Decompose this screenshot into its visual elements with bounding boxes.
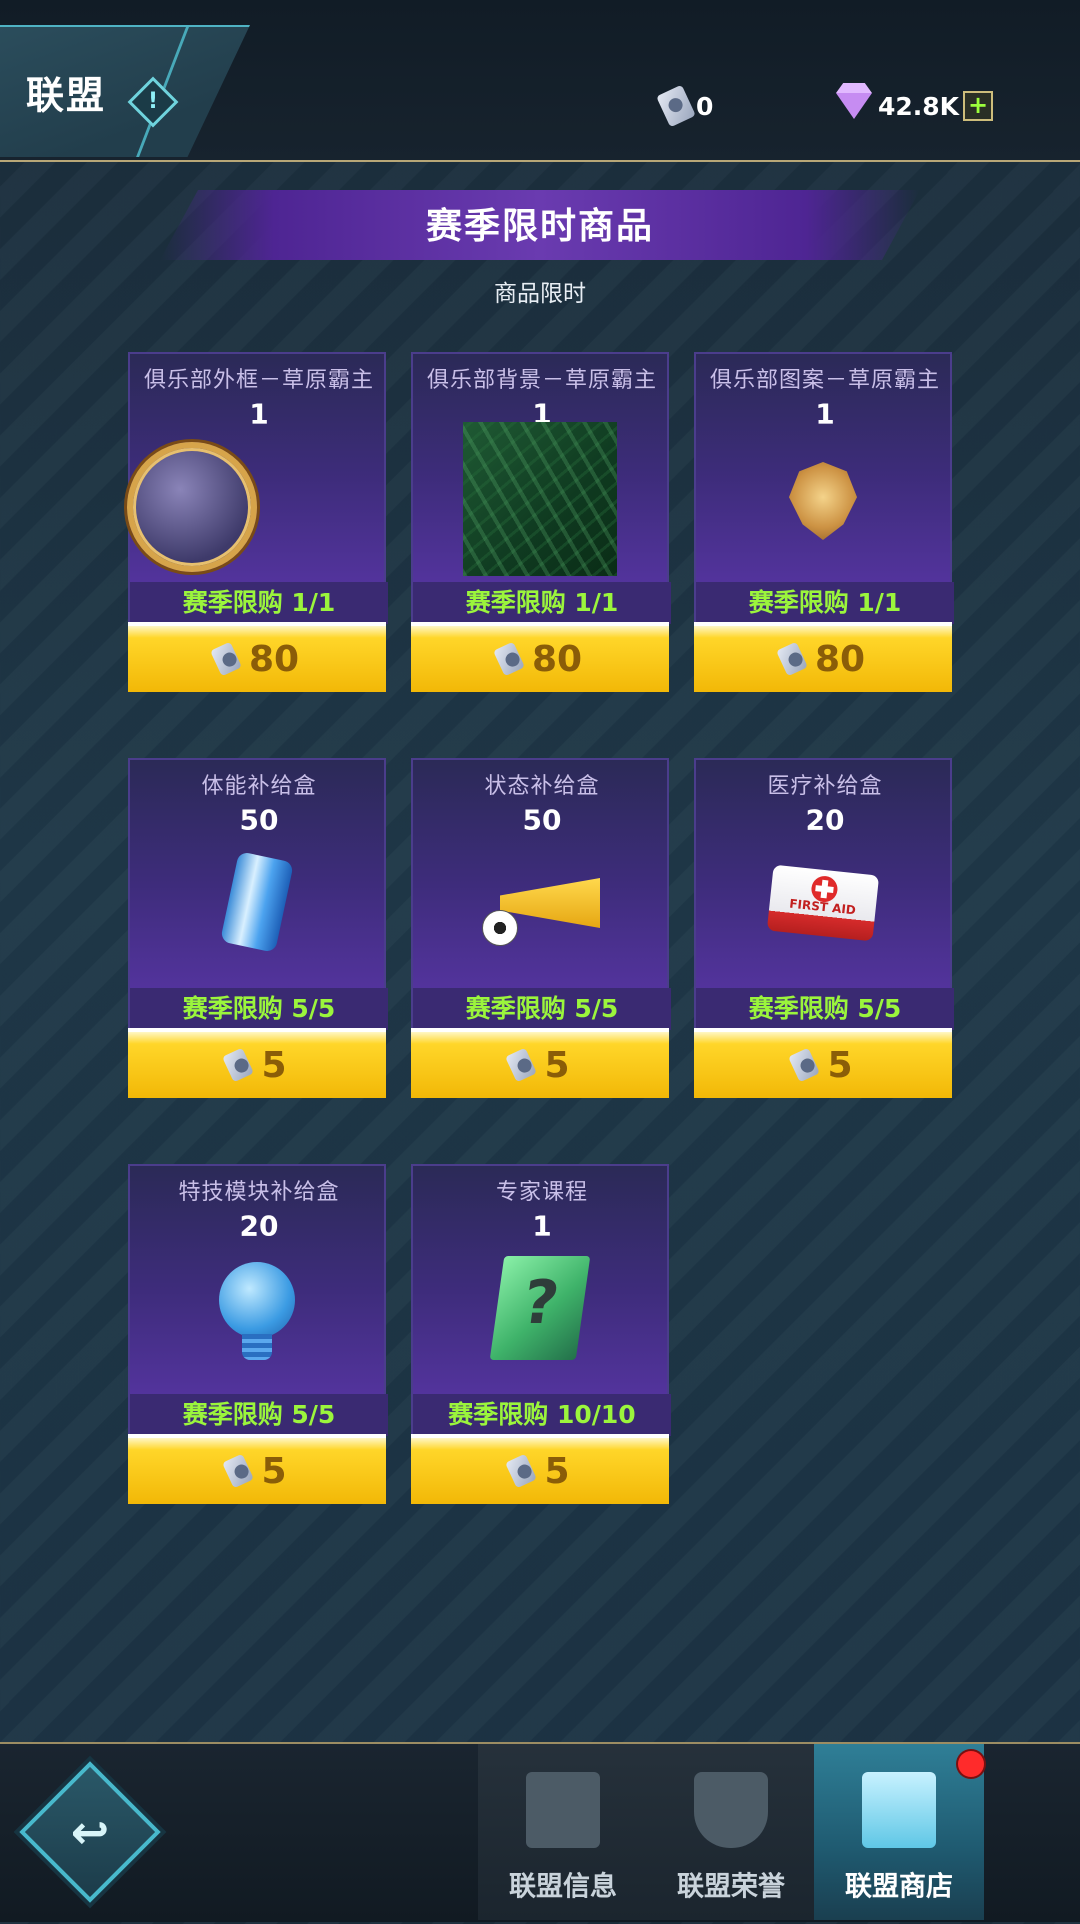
buy-button[interactable]: 5	[128, 1434, 386, 1504]
energy-can-icon	[220, 851, 294, 953]
first-aid-kit-icon: FIRST AID	[766, 864, 880, 942]
item-name: 体能补给盒	[201, 774, 317, 799]
ticket-balance: 0	[656, 84, 714, 128]
ticket-icon	[505, 1453, 538, 1489]
lion-emblem-icon	[789, 462, 857, 540]
item-name: 专家课程	[495, 1180, 588, 1205]
tab-label: 联盟商店	[845, 1871, 953, 1903]
card-body: 俱乐部背景－草原霸主 1 赛季限购 1/1	[411, 352, 671, 624]
item-price: 5	[827, 1044, 853, 1086]
back-arrow-icon: ↩	[70, 1805, 110, 1859]
shop-item-card[interactable]: 状态补给盒 50 赛季限购 5/5 5	[411, 758, 671, 1098]
item-price: 80	[248, 638, 300, 680]
shop-icon	[862, 1772, 936, 1848]
item-quantity: 20	[239, 1209, 279, 1243]
card-body: 专家课程 1 ? 赛季限购 10/10	[411, 1164, 671, 1436]
purchase-limit: 赛季限购 5/5	[130, 1394, 388, 1436]
ticket-icon	[222, 1453, 255, 1489]
ticket-icon	[222, 1047, 255, 1083]
buy-button[interactable]: 5	[694, 1028, 952, 1098]
tab-league-info[interactable]: 联盟信息	[478, 1744, 648, 1920]
item-price: 5	[544, 1450, 570, 1492]
buy-button[interactable]: 80	[411, 622, 669, 692]
shop-item-card[interactable]: 专家课程 1 ? 赛季限购 10/10 5	[411, 1164, 671, 1504]
tab-league-shop[interactable]: 联盟商店	[814, 1744, 984, 1920]
ticket-icon	[776, 641, 808, 677]
ticket-icon	[210, 641, 242, 677]
card-body: 特技模块补给盒 20 赛季限购 5/5	[128, 1164, 388, 1436]
purchase-limit: 赛季限购 1/1	[130, 582, 388, 624]
card-body: 医疗补给盒 20 FIRST AID 赛季限购 5/5	[694, 758, 954, 1030]
item-quantity: 1	[249, 397, 269, 431]
gem-balance: 42.8K +	[836, 91, 994, 121]
shop-item-card[interactable]: 俱乐部外框－草原霸主 1 赛季限购 1/1 80	[127, 352, 388, 692]
ticket-balance-value: 0	[696, 91, 714, 121]
purchase-limit: 赛季限购 1/1	[413, 582, 671, 624]
item-quantity: 1	[532, 1209, 552, 1243]
purchase-limit: 赛季限购 1/1	[696, 582, 954, 624]
purchase-limit: 赛季限购 5/5	[413, 988, 671, 1030]
ticket-icon	[656, 84, 696, 128]
item-price: 80	[531, 638, 583, 680]
notification-badge	[958, 1751, 984, 1777]
card-body: 俱乐部图案－草原霸主 1 赛季限购 1/1	[694, 352, 954, 624]
item-name: 俱乐部外框－草原霸主	[143, 368, 374, 393]
purchase-limit: 赛季限购 5/5	[130, 988, 388, 1030]
card-body: 状态补给盒 50 赛季限购 5/5	[411, 758, 671, 1030]
ticket-icon	[505, 1047, 538, 1083]
shop-item-card[interactable]: 医疗补给盒 20 FIRST AID 赛季限购 5/5 5	[694, 758, 954, 1098]
item-quantity: 1	[815, 397, 835, 431]
item-price: 5	[261, 1044, 287, 1086]
ticket-icon	[493, 641, 525, 677]
card-body: 体能补给盒 50 赛季限购 5/5	[128, 758, 388, 1030]
item-price: 80	[814, 638, 866, 680]
item-quantity: 50	[239, 803, 279, 837]
tab-label: 联盟荣誉	[677, 1871, 785, 1903]
lightbulb-base-icon	[242, 1334, 272, 1360]
shop-item-card[interactable]: 俱乐部图案－草原霸主 1 赛季限购 1/1 80	[694, 352, 954, 692]
leaf-background-icon	[463, 422, 617, 576]
shop-item-card[interactable]: 特技模块补给盒 20 赛季限购 5/5 5	[128, 1164, 388, 1504]
item-price: 5	[261, 1450, 287, 1492]
tab-label: 联盟信息	[509, 1871, 617, 1903]
add-gems-button[interactable]: +	[963, 91, 994, 121]
item-name: 俱乐部背景－草原霸主	[426, 368, 657, 393]
shop-item-card[interactable]: 俱乐部背景－草原霸主 1 赛季限购 1/1 80	[411, 352, 671, 692]
buy-button[interactable]: 5	[411, 1028, 669, 1098]
item-name: 状态补给盒	[484, 774, 600, 799]
card-body: 俱乐部外框－草原霸主 1 赛季限购 1/1	[127, 352, 388, 624]
item-quantity: 20	[805, 803, 845, 837]
soccer-ball-icon	[482, 910, 518, 946]
ticket-icon	[788, 1047, 821, 1083]
shop-banner-title: 赛季限时商品	[425, 206, 655, 247]
page-title: 联盟	[26, 73, 107, 118]
item-name: 特技模块补给盒	[178, 1180, 340, 1205]
buy-button[interactable]: 80	[128, 622, 386, 692]
purchase-limit: 赛季限购 5/5	[696, 988, 954, 1030]
item-quantity: 50	[522, 803, 562, 837]
buy-button[interactable]: 5	[128, 1028, 386, 1098]
gem-icon	[836, 93, 872, 119]
question-mark: ?	[518, 1268, 564, 1338]
shop-item-card[interactable]: 体能补给盒 50 赛季限购 5/5 5	[128, 758, 388, 1098]
gem-balance-value: 42.8K	[878, 91, 960, 121]
purchase-limit: 赛季限购 10/10	[413, 1394, 671, 1436]
item-name: 医疗补给盒	[767, 774, 883, 799]
buy-button[interactable]: 5	[411, 1434, 669, 1504]
trophy-icon	[694, 1772, 768, 1848]
tab-league-honor[interactable]: 联盟荣誉	[646, 1744, 816, 1920]
shop-subtitle: 商品限时	[494, 281, 586, 307]
mystery-book-icon: ?	[489, 1256, 591, 1360]
ring-frame-icon	[127, 442, 257, 572]
item-name: 俱乐部图案－草原霸主	[709, 368, 940, 393]
buy-button[interactable]: 80	[694, 622, 952, 692]
lightbulb-ball-icon	[219, 1262, 295, 1338]
item-price: 5	[544, 1044, 570, 1086]
league-info-icon	[526, 1772, 600, 1848]
